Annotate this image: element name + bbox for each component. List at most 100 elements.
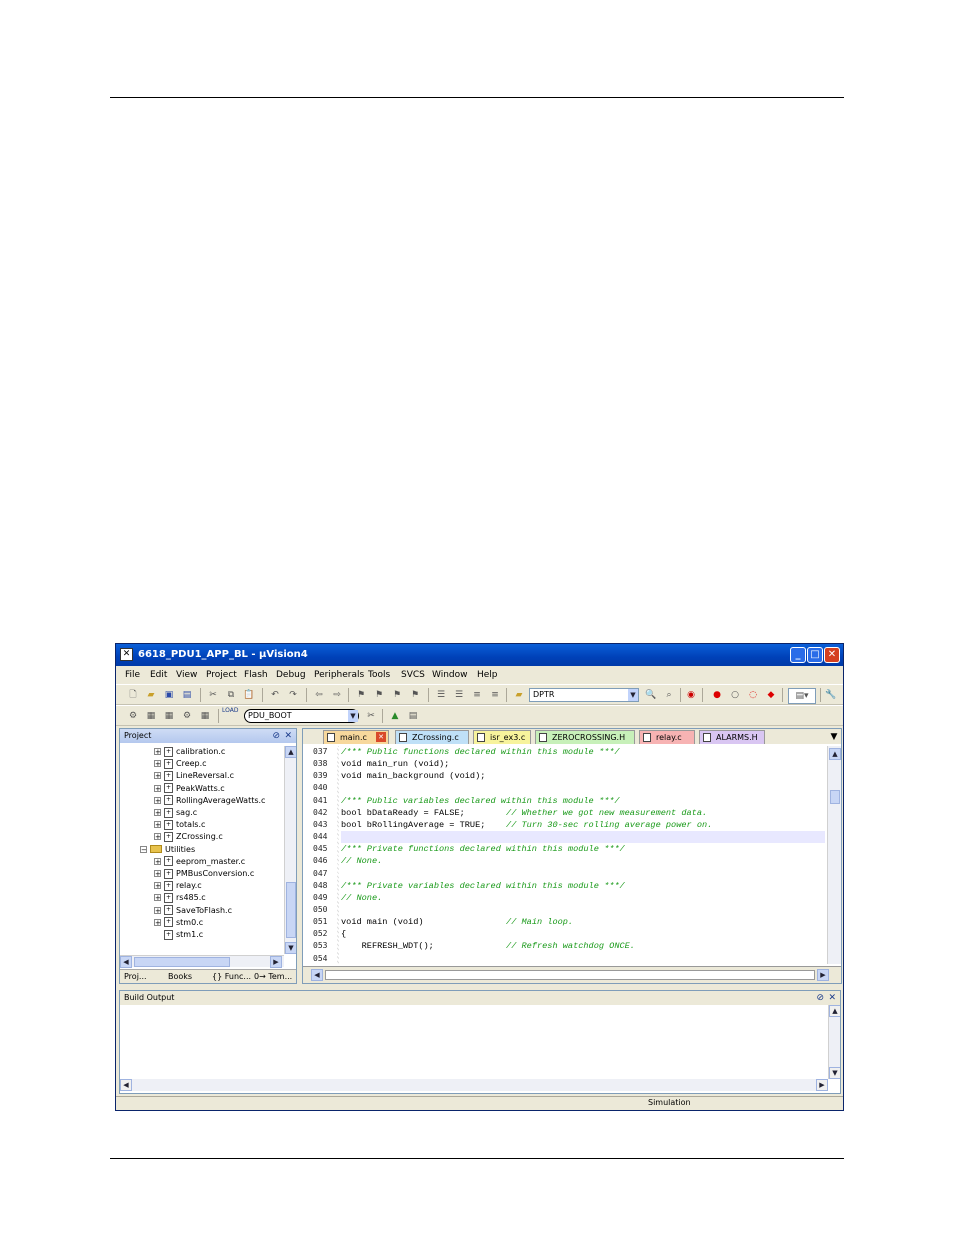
tree-file-item[interactable]: + + relay.c [154, 880, 202, 892]
expand-icon[interactable]: + [154, 796, 161, 804]
expand-icon[interactable]: + [154, 870, 161, 878]
tree-file-item[interactable]: ++stm1.c [154, 929, 203, 941]
scroll-up-icon[interactable]: ▲ [829, 748, 841, 760]
tab-templates[interactable]: 0→ Tem... [254, 972, 292, 981]
undo-icon[interactable]: ↶ [268, 688, 282, 702]
unindent-icon[interactable]: ☰ [452, 688, 466, 702]
copy-icon[interactable]: ⧉ [224, 688, 238, 702]
menu-file[interactable]: File [125, 670, 140, 680]
window-layout-icon[interactable]: ▤▾ [788, 688, 816, 704]
bookmark-next-icon[interactable]: ⚑ [390, 688, 404, 702]
menu-peripherals[interactable]: Peripherals [314, 670, 364, 680]
collapse-icon[interactable]: − [140, 845, 147, 853]
stop-build-icon[interactable]: ▦ [198, 709, 212, 723]
tab-list-dropdown-icon[interactable]: ▼ [827, 730, 841, 744]
menu-edit[interactable]: Edit [150, 670, 167, 680]
tree-file-item[interactable]: + + Creep.c [154, 758, 207, 770]
expand-icon[interactable]: + [154, 760, 161, 768]
open-folder-icon[interactable]: ▰ [144, 688, 158, 702]
code-line[interactable]: void main_run (void); [341, 758, 449, 770]
find-combo[interactable]: DPTR ▼ [529, 688, 639, 702]
tree-file-item[interactable]: + + stm0.c [154, 917, 203, 929]
comment-icon[interactable]: ≡ [470, 688, 484, 702]
chevron-down-icon[interactable]: ▼ [628, 689, 638, 701]
code-line[interactable]: { [341, 928, 346, 940]
tree-file-item[interactable]: + + RollingAverageWatts.c [154, 795, 265, 807]
pin-icon[interactable]: ⊘ [816, 991, 824, 1005]
target-options-icon[interactable]: ✂ [364, 709, 378, 723]
scroll-thumb[interactable] [830, 790, 840, 804]
scroll-left-icon[interactable]: ◀ [120, 956, 132, 968]
tab-project[interactable]: Proj... [124, 972, 147, 981]
find-in-files-icon[interactable]: ▰ [512, 688, 526, 702]
expand-icon[interactable]: + [154, 772, 161, 780]
code-line[interactable]: bool bDataReady = FALSE; // Whether we g… [341, 807, 707, 819]
cut-icon[interactable]: ✂ [206, 688, 220, 702]
nav-back-icon[interactable]: ⇦ [312, 688, 326, 702]
code-line[interactable]: // None. [341, 855, 382, 867]
scroll-down-icon[interactable]: ▼ [285, 942, 296, 954]
new-file-icon[interactable]: 🗋 [126, 688, 140, 702]
build-output-text[interactable] [120, 1005, 828, 1079]
code-line[interactable]: bool bRollingAverage = TRUE; // Turn 30-… [341, 819, 712, 831]
configure-wrench-icon[interactable]: 🔧 [824, 688, 838, 702]
scroll-right-icon[interactable]: ▶ [270, 956, 282, 968]
breakpoint-insert-icon[interactable]: ● [710, 688, 724, 702]
expand-icon[interactable]: + [154, 918, 161, 926]
menu-project[interactable]: Project [206, 670, 237, 680]
code-line[interactable]: /*** Public variables declared within th… [341, 795, 619, 807]
build-output-scrollbar[interactable]: ▲ ▼ [828, 1005, 840, 1079]
editor-tab[interactable]: isr_ex3.c [473, 730, 531, 744]
editor-hscrollbar[interactable]: ◀ ▶ [303, 966, 841, 983]
expand-icon[interactable]: + [154, 857, 161, 865]
pin-icon[interactable]: ⊘ [272, 729, 280, 743]
tree-file-item[interactable]: + + PMBusConversion.c [154, 868, 254, 880]
tree-file-item[interactable]: + + sag.c [154, 807, 197, 819]
build-icon[interactable]: ▦ [144, 709, 158, 723]
chevron-down-icon[interactable]: ▼ [348, 710, 358, 722]
expand-icon[interactable]: + [154, 748, 161, 756]
scroll-up-icon[interactable]: ▲ [829, 1005, 840, 1017]
scroll-left-icon[interactable]: ◀ [120, 1079, 132, 1091]
menu-window[interactable]: Window [432, 670, 468, 680]
scroll-right-icon[interactable]: ▶ [816, 1079, 828, 1091]
tree-file-item[interactable]: + + totals.c [154, 819, 205, 831]
indent-icon[interactable]: ☰ [434, 688, 448, 702]
scroll-right-icon[interactable]: ▶ [817, 969, 829, 981]
editor-tab[interactable]: relay.c [639, 730, 695, 744]
nav-forward-icon[interactable]: ⇨ [330, 688, 344, 702]
redo-icon[interactable]: ↷ [286, 688, 300, 702]
expand-icon[interactable]: + [154, 882, 161, 890]
menu-svcs[interactable]: SVCS [401, 670, 425, 680]
expand-icon[interactable]: + [154, 809, 161, 817]
tree-file-item[interactable]: + + ZCrossing.c [154, 831, 223, 843]
tab-books[interactable]: Books [168, 972, 192, 981]
menu-debug[interactable]: Debug [276, 670, 306, 680]
code-line[interactable]: void main (void) // Main loop. [341, 916, 573, 928]
rebuild-icon[interactable]: ▦ [162, 709, 176, 723]
tree-group[interactable]: − Utilities [140, 844, 195, 856]
close-button[interactable]: ✕ [824, 647, 840, 663]
manage-components-icon[interactable]: ▲ [388, 709, 402, 723]
close-tab-icon[interactable]: ✕ [376, 732, 386, 742]
tree-file-item[interactable]: + + PeakWatts.c [154, 783, 225, 795]
menu-view[interactable]: View [176, 670, 197, 680]
paste-icon[interactable]: 📋 [242, 688, 256, 702]
editor-scrollbar[interactable]: ▲ [827, 746, 841, 964]
scroll-thumb[interactable] [286, 882, 296, 938]
title-bar[interactable]: ✕ 6618_PDU1_APP_BL - µVision4 _ □ ✕ [116, 644, 843, 666]
tree-file-item[interactable]: + + SaveToFlash.c [154, 905, 232, 917]
scroll-thumb[interactable] [134, 957, 230, 967]
close-icon[interactable]: ✕ [284, 729, 292, 743]
file-extensions-icon[interactable]: ▤ [406, 709, 420, 723]
editor-tab[interactable]: main.c ✕ [323, 730, 389, 744]
code-line[interactable]: /*** Private variables declared within t… [341, 880, 625, 892]
translate-icon[interactable]: ⚙ [126, 709, 140, 723]
bookmark-prev-icon[interactable]: ⚑ [372, 688, 386, 702]
editor-tab[interactable]: ZEROCROSSING.H [535, 730, 635, 744]
menu-tools[interactable]: Tools [368, 670, 390, 680]
code-line[interactable]: void main_background (void); [341, 770, 485, 782]
build-output-hscrollbar[interactable]: ◀ ▶ [120, 1079, 828, 1091]
target-combo[interactable]: PDU_BOOT ▼ [244, 709, 359, 723]
scroll-down-icon[interactable]: ▼ [829, 1067, 840, 1079]
